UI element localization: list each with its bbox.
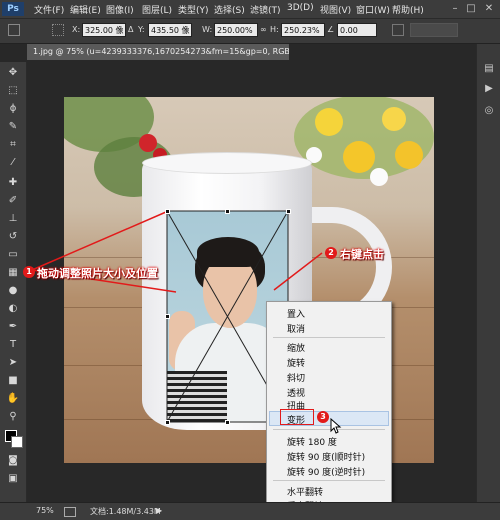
menu-item-rotate-90-ccw[interactable]: 旋转 90 度(逆时针) [287, 465, 365, 478]
step-2-label: 右键点击 [340, 248, 384, 261]
transform-overlay [31, 210, 323, 423]
transform-handle[interactable] [165, 314, 170, 319]
menu-item-skew[interactable]: 斜切 [287, 371, 305, 384]
status-icon[interactable] [64, 507, 76, 517]
step-2-badge: 2 [325, 247, 337, 259]
transform-handle[interactable] [225, 209, 230, 214]
transform-handle[interactable] [165, 420, 170, 425]
status-arrow-icon[interactable]: ▶ [156, 506, 162, 515]
menu-item-rotate[interactable]: 旋转 [287, 356, 305, 369]
document-size: 文档:1.48M/3.43M [90, 507, 161, 516]
menu-separator [273, 429, 385, 430]
transform-handle[interactable] [225, 420, 230, 425]
menu-item-rotate-180[interactable]: 旋转 180 度 [287, 435, 337, 448]
annotation-arrow-2 [273, 252, 323, 291]
transform-handle[interactable] [165, 209, 170, 214]
step-1-label: 拖动调整照片大小及位置 [37, 267, 158, 280]
context-menu: 置入 取消 缩放 旋转 斜切 透视 扭曲 变形 旋转 180 度 旋转 90 度… [266, 301, 392, 515]
zoom-level[interactable]: 75% [36, 506, 54, 515]
menu-item-flip-horizontal[interactable]: 水平翻转 [287, 485, 323, 498]
menu-item-scale[interactable]: 缩放 [287, 341, 305, 354]
status-bar: 75% 文档:1.48M/3.43M ▶ [0, 502, 500, 520]
menu-separator [273, 480, 385, 481]
menu-item-rotate-90-cw[interactable]: 旋转 90 度(顺时针) [287, 450, 365, 463]
menu-separator [273, 337, 385, 338]
menu-item-cancel[interactable]: 取消 [287, 322, 305, 335]
menu-item-place[interactable]: 置入 [287, 307, 305, 320]
step-3-badge: 3 [317, 411, 329, 423]
annotation-arrow-1a [31, 211, 167, 271]
menu-item-perspective[interactable]: 透视 [287, 386, 305, 399]
transform-handle[interactable] [286, 209, 291, 214]
mouse-cursor-icon [330, 418, 342, 434]
warp-highlight-box [280, 409, 314, 425]
step-1-badge: 1 [23, 266, 35, 278]
